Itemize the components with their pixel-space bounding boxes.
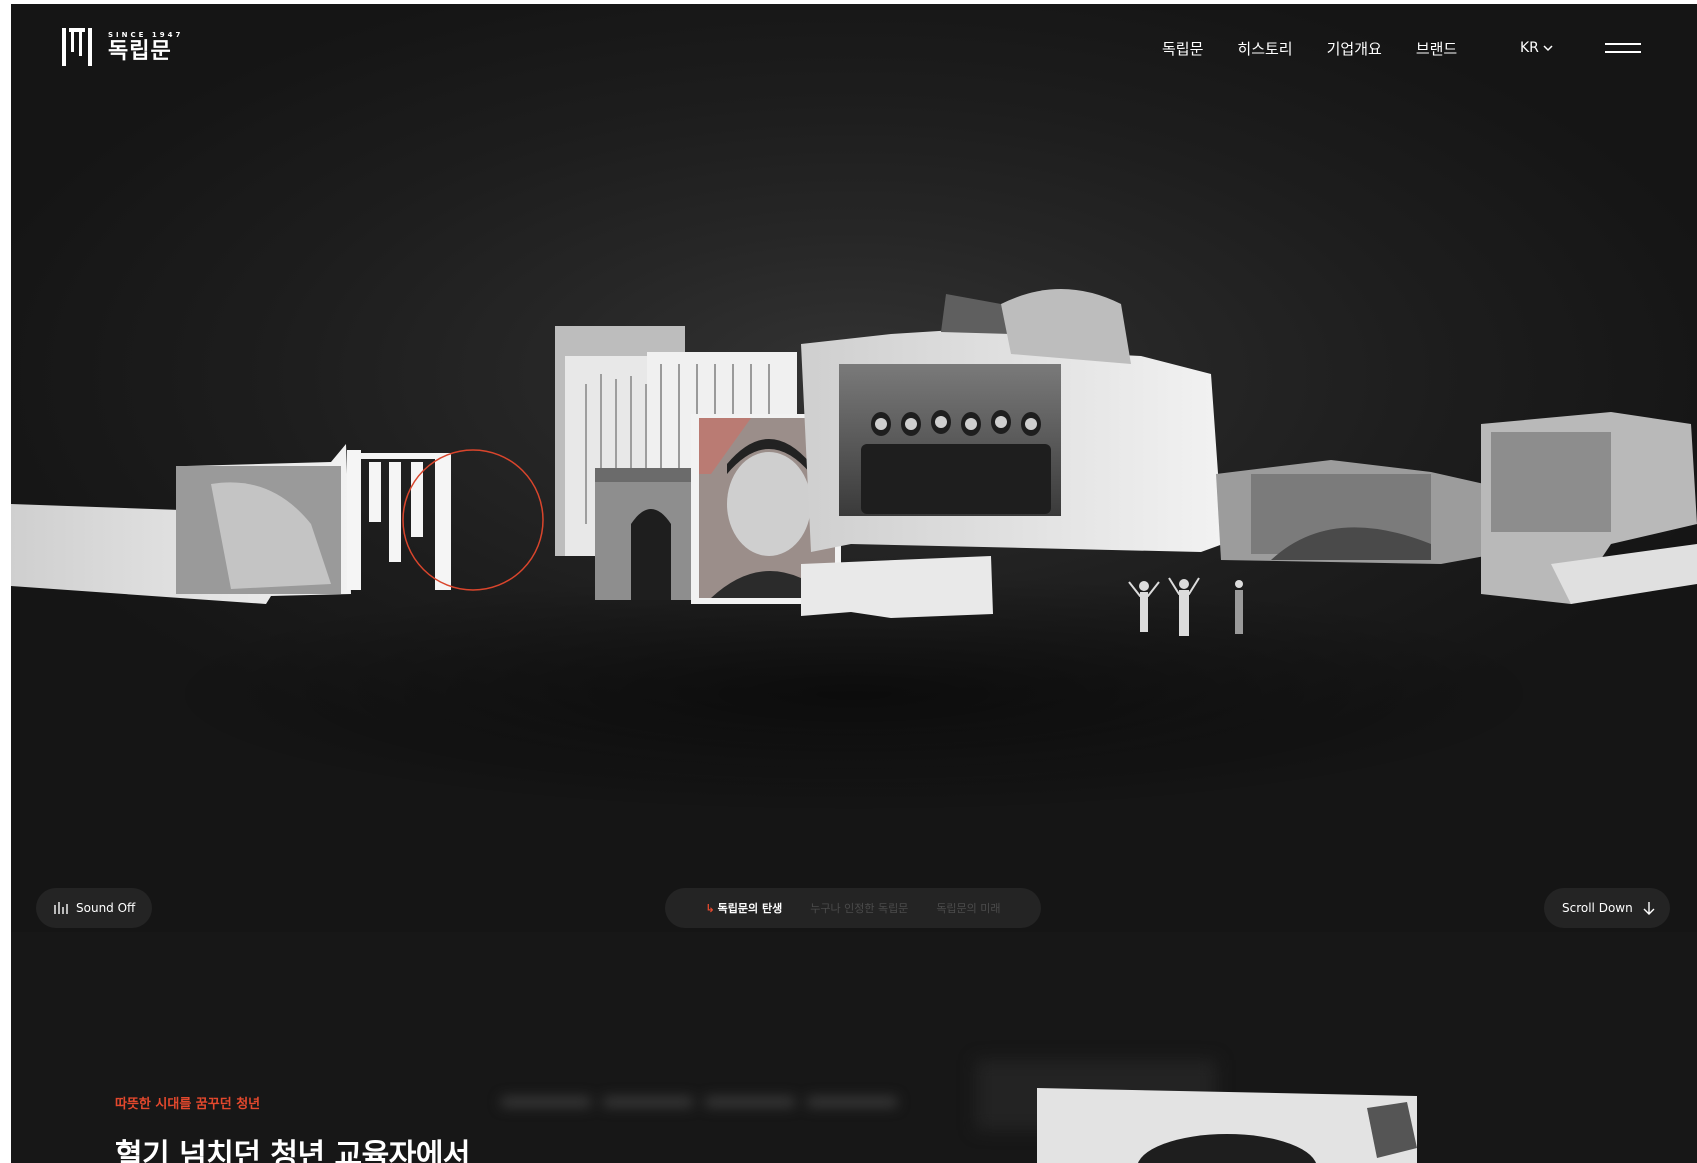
hero-section: SINCE 1947 독립문 독립문 히스토리 기업개요 브랜드 KR Soun… [11,4,1697,932]
chapter-item-birth[interactable]: ↳ 독립문의 탄생 [705,900,782,916]
arrow-down-icon [1643,902,1655,915]
sound-bars-icon [54,902,68,914]
arrow-right-icon: ↳ [705,902,715,915]
scroll-down-button[interactable]: Scroll Down [1544,888,1670,928]
chapter-item-future[interactable]: 독립문의 미래 [936,900,1000,916]
section-headline: 혈기 넘치던 청년 교육자에서 [115,1138,471,1163]
section-kicker: 따뜻한 시대를 꿈꾸던 청년 [115,1097,261,1112]
page-frame: SINCE 1947 독립문 독립문 히스토리 기업개요 브랜드 KR Soun… [11,4,1697,1163]
gate-photo [595,468,707,600]
chapter-item-recognized[interactable]: 누구나 인정한 독립문 [810,900,908,916]
right-strip-photos [1216,412,1697,604]
sound-label: Sound Off [76,901,136,915]
left-torn-photo [11,444,351,604]
sound-toggle-button[interactable]: Sound Off [36,888,152,928]
hero-collage [11,289,1697,636]
section-photo [1037,1088,1417,1163]
people-silhouette-icon [1128,577,1243,636]
chapter-navigation: ↳ 독립문의 탄생 누구나 인정한 독립문 독립문의 미래 [665,888,1041,928]
story-section: 따뜻한 시대를 꿈꾸던 청년 혈기 넘치던 청년 교육자에서 [11,932,1697,1163]
brand-bars-graphic [347,449,544,591]
group-photo-icon [801,289,1223,618]
scroll-label: Scroll Down [1562,901,1633,915]
